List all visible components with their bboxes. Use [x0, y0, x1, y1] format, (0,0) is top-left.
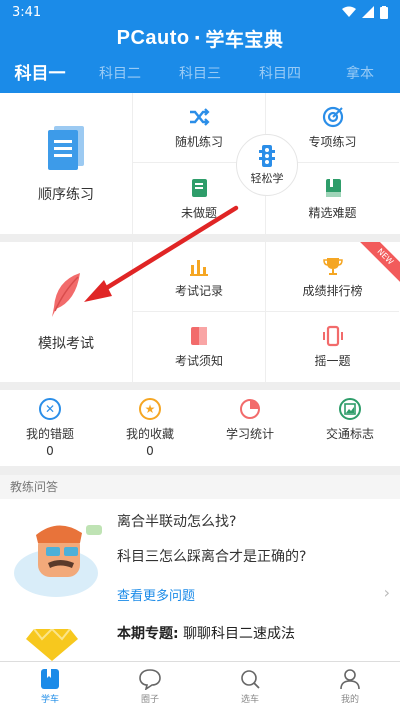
notice-book-icon — [191, 327, 207, 345]
tab-subject-4[interactable]: 科目四 — [240, 60, 320, 90]
qa-section-header: 教练问答 — [0, 475, 400, 499]
exam-records-button[interactable]: 考试记录 — [133, 242, 266, 312]
topic-row[interactable]: 本期专题: 聊聊科目二速成法 — [0, 611, 400, 661]
wifi-icon — [342, 6, 356, 17]
sequential-practice-button[interactable]: 顺序练习 — [0, 93, 133, 234]
shake-question-button[interactable]: 摇一题 — [266, 312, 399, 382]
app-header: 3:41 PCauto · 学车宝典 科目一 科目二 科目三 科目四 拿本 — [0, 0, 400, 93]
coach-avatar — [14, 525, 102, 597]
notebook-icon — [192, 178, 207, 197]
mock-exam-button[interactable]: 模拟考试 — [0, 242, 133, 382]
qa-section: 离合半联动怎么找? 科目三怎么踩离合才是正确的? 查看更多问题 › — [0, 499, 400, 611]
app-title: PCauto · 学车宝典 — [116, 26, 284, 51]
feather-icon — [52, 273, 80, 317]
battery-icon — [380, 5, 388, 19]
tab-get-license[interactable]: 拿本 — [320, 60, 400, 90]
status-bar: 3:41 — [0, 0, 400, 24]
brand-logo: PCauto — [116, 26, 190, 49]
topic-label: 本期专题 — [117, 626, 173, 642]
chevron-right-icon: › — [383, 583, 390, 602]
exam-section: 模拟考试 考试记录 成绩排行榜 考试须知 摇一题 NEW — [0, 242, 400, 382]
document-icon — [48, 125, 84, 170]
qa-question-1[interactable]: 离合半联动怎么找? — [117, 511, 236, 531]
pie-chart-icon — [240, 399, 260, 419]
status-time: 3:41 — [12, 4, 42, 20]
subject-tabs: 科目一 科目二 科目三 科目四 拿本 — [0, 60, 400, 90]
close-icon: ✕ — [39, 398, 61, 420]
nav-profile[interactable]: 我的 — [300, 662, 400, 710]
traffic-light-icon — [259, 145, 275, 167]
chat-bubble-icon — [139, 668, 161, 690]
target-icon — [322, 106, 343, 127]
phone-shake-icon — [322, 325, 343, 347]
app-subtitle: 学车宝典 — [205, 28, 284, 51]
my-favorites-button[interactable]: ★ 我的收藏 0 — [100, 390, 200, 466]
stats-section: ✕ 我的错题 0 ★ 我的收藏 0 学习统计 交通标志 — [0, 390, 400, 466]
study-stats-button[interactable]: 学习统计 — [200, 390, 300, 466]
my-mistakes-button[interactable]: ✕ 我的错题 0 — [0, 390, 100, 466]
star-icon: ★ — [139, 398, 161, 420]
nav-learn-driving[interactable]: 学车 — [0, 662, 100, 710]
sequential-practice-label: 顺序练习 — [38, 186, 94, 203]
easy-learn-button[interactable]: 轻松学 — [236, 134, 298, 196]
image-icon — [339, 398, 361, 420]
traffic-signs-button[interactable]: 交通标志 — [300, 390, 400, 466]
qa-question-2[interactable]: 科目三怎么踩离合才是正确的? — [117, 546, 306, 566]
search-icon — [241, 669, 260, 689]
nav-circle[interactable]: 圈子 — [100, 662, 200, 710]
tab-subject-3[interactable]: 科目三 — [160, 60, 240, 90]
exam-notice-button[interactable]: 考试须知 — [133, 312, 266, 382]
topic-title: 聊聊科目二速成法 — [183, 626, 296, 642]
nav-choose-car[interactable]: 选车 — [200, 662, 300, 710]
bottom-navigation: 学车 圈子 选车 我的 — [0, 661, 400, 710]
mock-exam-label: 模拟考试 — [38, 336, 94, 352]
user-icon — [340, 668, 360, 689]
tab-subject-2[interactable]: 科目二 — [80, 60, 160, 90]
more-questions-link[interactable]: 查看更多问题 — [117, 585, 195, 604]
book-icon — [325, 178, 341, 197]
shuffle-icon — [190, 107, 210, 126]
tab-subject-1[interactable]: 科目一 — [0, 60, 80, 90]
book-bookmark-icon — [41, 668, 59, 689]
bar-chart-icon — [190, 259, 208, 276]
practice-section: 顺序练习 随机练习 专项练习 未做题 精选难题 — [0, 93, 400, 234]
trophy-icon — [322, 257, 343, 275]
diamond-icon — [26, 629, 78, 661]
signal-icon — [362, 6, 374, 18]
